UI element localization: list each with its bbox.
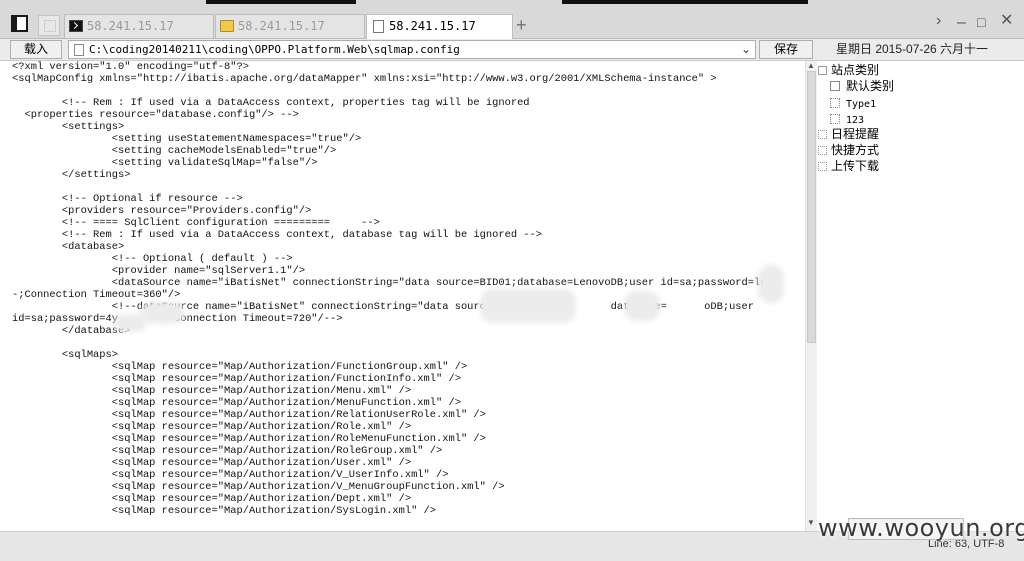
- category-icon: [830, 114, 840, 124]
- scrollbar-thumb[interactable]: [807, 71, 816, 343]
- scroll-down-icon[interactable]: ▼: [807, 518, 815, 527]
- top-edge-strip: [206, 0, 356, 4]
- tab-label: 58.241.15.17: [389, 19, 476, 33]
- terminal-icon: [69, 20, 83, 32]
- maximize-icon[interactable]: □: [977, 14, 985, 30]
- category-icon: [830, 98, 840, 108]
- add-tab-icon[interactable]: +: [516, 15, 527, 35]
- redaction-blur: [628, 295, 656, 317]
- tree-expander-icon[interactable]: [818, 146, 827, 155]
- document-icon: [373, 20, 384, 33]
- tree-expander-icon[interactable]: [818, 66, 827, 75]
- tab-file-manager[interactable]: 58.241.15.17: [215, 14, 365, 38]
- tree-item-default-category[interactable]: 默认类别: [830, 79, 894, 94]
- redaction-blur: [145, 306, 181, 320]
- tab-terminal[interactable]: 58.241.15.17: [64, 14, 214, 38]
- date-display: 星期日 2015-07-26 六月十一: [836, 42, 989, 56]
- code-text[interactable]: <?xml version="1.0" encoding="utf-8"?> <…: [0, 61, 805, 517]
- tree-expander-icon[interactable]: [818, 130, 827, 139]
- tree-item-schedule[interactable]: 日程提醒: [818, 127, 879, 142]
- tree-item-123[interactable]: 123: [830, 112, 864, 128]
- file-path-value: C:\coding20140211\coding\OPPO.Platform.W…: [89, 43, 460, 56]
- top-edge-strip: [562, 0, 808, 4]
- close-icon[interactable]: ✕: [1000, 13, 1013, 29]
- tab-editor[interactable]: 58.241.15.17: [366, 14, 513, 39]
- blank-tab-button[interactable]: [38, 15, 60, 36]
- code-editor[interactable]: <?xml version="1.0" encoding="utf-8"?> <…: [0, 61, 805, 531]
- redaction-blur: [118, 318, 142, 328]
- folder-icon: [220, 20, 234, 32]
- tab-bar: 58.241.15.17 58.241.15.17 58.241.15.17 +…: [0, 0, 1024, 39]
- chevron-down-icon[interactable]: ⌄: [741, 41, 751, 58]
- tree-item-transfers[interactable]: 上传下载: [818, 159, 879, 174]
- tree-expander-icon[interactable]: [818, 162, 827, 171]
- tree-item-site-categories[interactable]: 站点类别: [818, 63, 879, 78]
- chevron-right-icon[interactable]: ›: [936, 13, 941, 29]
- side-panel: 站点类别 默认类别 Type1 123 日程提醒 快捷方式 上传下载: [818, 61, 1024, 531]
- panel-toggle-button[interactable]: [11, 15, 28, 32]
- vertical-scrollbar[interactable]: ▲ ▼: [805, 61, 817, 531]
- file-path-field[interactable]: C:\coding20140211\coding\OPPO.Platform.W…: [68, 40, 756, 59]
- file-icon: [74, 44, 84, 56]
- address-bar: 载入 C:\coding20140211\coding\OPPO.Platfor…: [0, 39, 1024, 61]
- tab-label: 58.241.15.17: [87, 19, 174, 33]
- tree-item-shortcuts[interactable]: 快捷方式: [818, 143, 879, 158]
- watermark: www.wooyun.org: [818, 514, 1024, 542]
- load-button[interactable]: 载入: [10, 40, 62, 59]
- save-button[interactable]: 保存: [759, 40, 813, 59]
- redaction-blur: [762, 269, 780, 299]
- tree-item-type1[interactable]: Type1: [830, 96, 876, 112]
- redaction-blur: [484, 293, 572, 319]
- minimize-icon[interactable]: –: [957, 15, 966, 31]
- category-icon: [830, 81, 840, 91]
- tab-label: 58.241.15.17: [238, 19, 325, 33]
- scroll-up-icon[interactable]: ▲: [807, 61, 815, 70]
